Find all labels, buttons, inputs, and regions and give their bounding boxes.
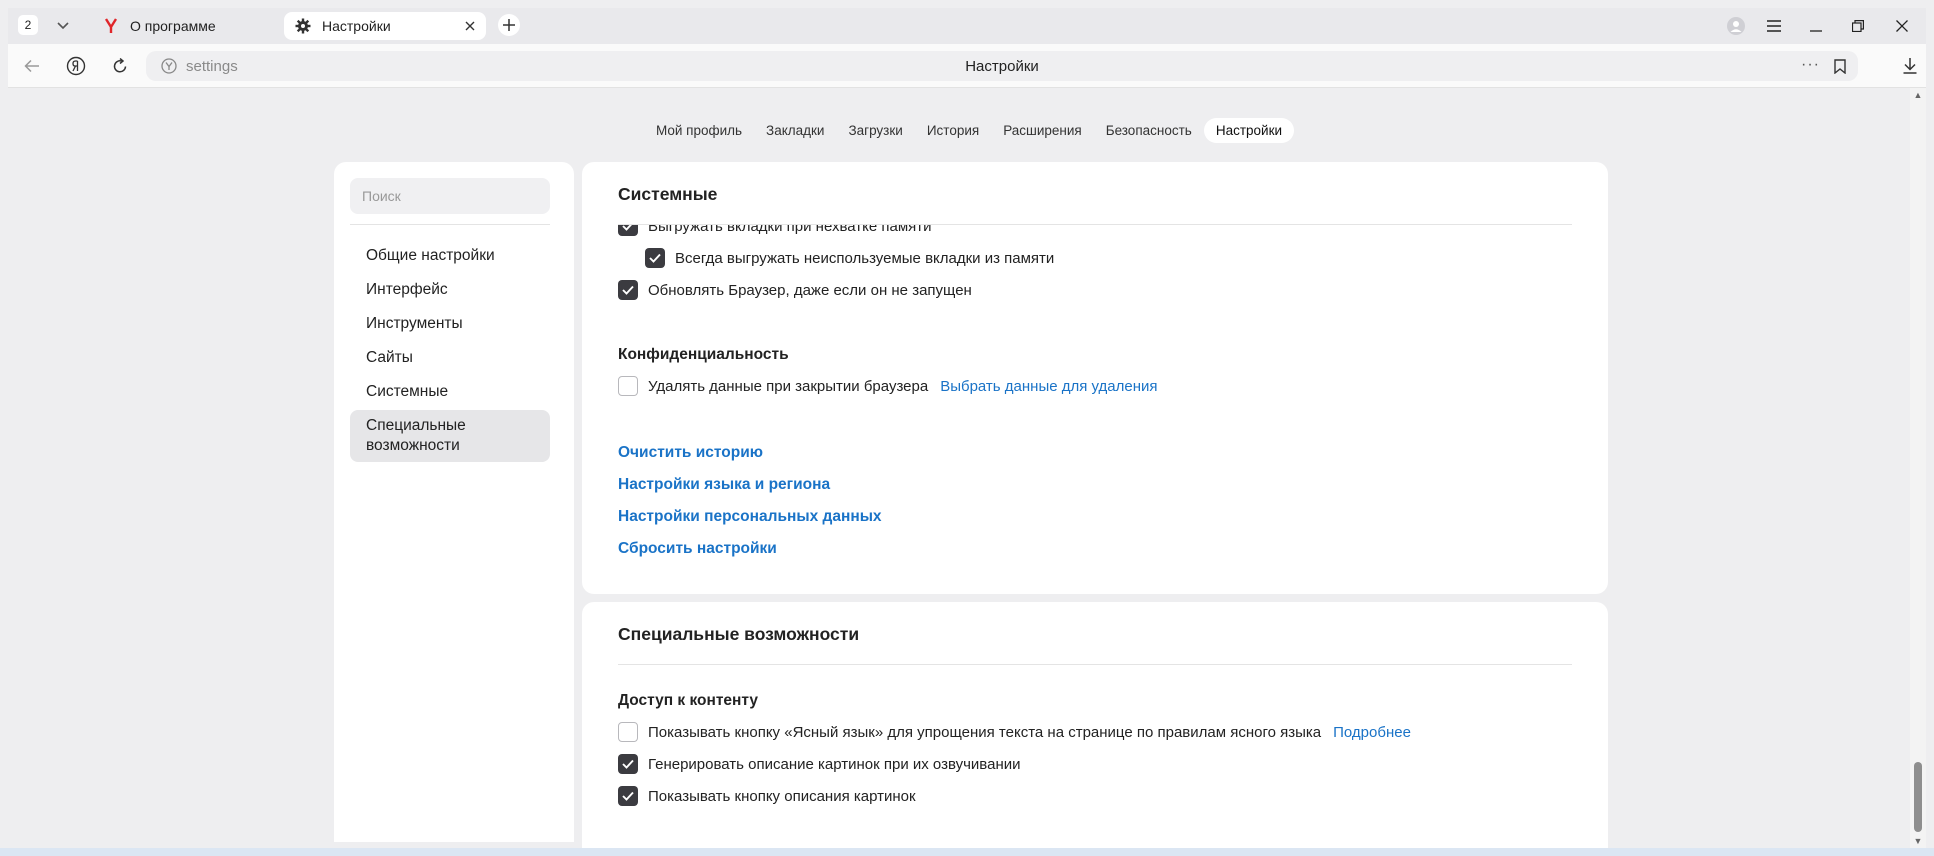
system-settings-card: Системные Выгружать вкладки при нехватке… xyxy=(582,162,1608,594)
sidebar-item-interface[interactable]: Интерфейс xyxy=(350,274,550,306)
page-scrollbar[interactable]: ▲ ▼ xyxy=(1910,88,1926,848)
checkbox-checked[interactable] xyxy=(618,786,638,806)
option-label: Выгружать вкладки при нехватке памяти xyxy=(648,224,932,235)
unload-tabs-option[interactable]: Выгружать вкладки при нехватке памяти xyxy=(618,224,932,236)
tab-nav-item[interactable]: Мой профиль xyxy=(644,118,754,143)
option-label: Показывать кнопку «Ясный язык» для упрощ… xyxy=(648,723,1322,741)
close-window-icon[interactable] xyxy=(1890,14,1914,38)
back-arrow-icon[interactable] xyxy=(20,54,44,78)
more-icon[interactable]: ··· xyxy=(1801,56,1820,74)
section-title: Системные xyxy=(618,184,718,204)
taskbar-edge xyxy=(0,848,1934,856)
scrollbar-thumb[interactable] xyxy=(1914,762,1922,832)
settings-top-nav: Мой профиль Закладки Загрузки История Расшир… xyxy=(8,118,1910,143)
reset-settings-link[interactable]: Сбросить настройки xyxy=(618,540,777,558)
clear-language-option[interactable]: Показывать кнопку «Ясный язык» для упрощ… xyxy=(618,722,1411,742)
reload-icon[interactable] xyxy=(108,54,132,78)
tab-nav-item[interactable]: Закладки xyxy=(754,118,836,143)
option-label: Удалять данные при закрытии браузера xyxy=(648,377,929,395)
option-label: Генерировать описание картинок при их оз… xyxy=(648,755,1021,773)
sidebar-item-sites[interactable]: Сайты xyxy=(350,342,550,374)
checkbox-checked[interactable] xyxy=(618,754,638,774)
section-title: Специальные возможности xyxy=(618,624,860,644)
profile-avatar-icon[interactable] xyxy=(1724,14,1748,38)
yandex-logo-icon xyxy=(102,17,120,35)
chevron-down-icon[interactable] xyxy=(50,14,76,38)
checkbox-unchecked[interactable] xyxy=(618,376,638,396)
tab-nav-item[interactable]: Расширения xyxy=(991,118,1094,143)
settings-page: Мой профиль Закладки Загрузки История Расшир… xyxy=(8,88,1910,848)
clear-history-link[interactable]: Очистить историю xyxy=(618,444,763,462)
url-text: settings xyxy=(186,57,238,75)
tab-title: О программе xyxy=(130,18,216,34)
option-label: Обновлять Браузер, даже если он не запущ… xyxy=(648,281,972,299)
checkbox-unchecked[interactable] xyxy=(618,722,638,742)
address-bar[interactable]: settings Настройки ··· xyxy=(146,51,1858,81)
minimize-icon[interactable] xyxy=(1804,14,1828,38)
checkbox-checked[interactable] xyxy=(618,280,638,300)
choose-data-link[interactable]: Выбрать данные для удаления xyxy=(940,378,1157,395)
sidebar-item-general[interactable]: Общие настройки xyxy=(350,240,550,272)
browser-logo-icon xyxy=(160,57,178,75)
always-unload-tabs-option[interactable]: Всегда выгружать неиспользуемые вкладки … xyxy=(645,248,1054,268)
menu-icon[interactable] xyxy=(1762,14,1786,38)
bookmark-icon[interactable] xyxy=(1830,56,1850,76)
tab-nav-item[interactable]: Настройки xyxy=(1203,118,1295,143)
more-info-link[interactable]: Подробнее xyxy=(1333,724,1411,741)
tab-bar: 2 О программе Настройки xyxy=(8,8,1926,44)
tab-about[interactable]: О программе xyxy=(92,12,288,40)
tab-count-badge[interactable]: 2 xyxy=(18,15,38,35)
restore-icon[interactable] xyxy=(1846,14,1870,38)
image-description-button-option[interactable]: Показывать кнопку описания картинок xyxy=(618,786,916,806)
checkbox-checked[interactable] xyxy=(618,224,638,236)
download-icon[interactable] xyxy=(1898,54,1922,78)
update-browser-option[interactable]: Обновлять Браузер, даже если он не запущ… xyxy=(618,280,972,300)
search-input[interactable] xyxy=(350,178,550,214)
tab-title: Настройки xyxy=(322,18,391,34)
checkbox-checked[interactable] xyxy=(645,248,665,268)
accessibility-settings-card: Специальные возможности Доступ к контент… xyxy=(582,602,1608,848)
new-tab-button[interactable] xyxy=(498,14,520,36)
sidebar-item-tools[interactable]: Инструменты xyxy=(350,308,550,340)
tab-nav-item[interactable]: История xyxy=(915,118,991,143)
divider xyxy=(350,224,550,225)
personal-data-link[interactable]: Настройки персональных данных xyxy=(618,508,882,526)
divider xyxy=(618,664,1572,665)
clear-on-close-option[interactable]: Удалять данные при закрытии браузера Выб… xyxy=(618,376,1158,396)
option-label: Показывать кнопку описания картинок xyxy=(648,787,916,805)
settings-sidebar: Общие настройки Интерфейс Инструменты Са… xyxy=(334,162,574,842)
divider xyxy=(618,224,1572,225)
language-region-link[interactable]: Настройки языка и региона xyxy=(618,476,830,494)
option-label: Всегда выгружать неиспользуемые вкладки … xyxy=(675,249,1055,267)
clipped-row-container: Выгружать вкладки при нехватке памяти xyxy=(582,224,1608,244)
gear-icon xyxy=(294,17,312,35)
content-access-heading: Доступ к контенту xyxy=(618,692,758,709)
address-bar-row: settings Настройки ··· xyxy=(8,44,1926,88)
privacy-heading: Конфиденциальность xyxy=(618,346,789,363)
scroll-up-arrow-icon[interactable]: ▲ xyxy=(1913,90,1923,100)
scroll-down-arrow-icon[interactable]: ▼ xyxy=(1913,836,1923,846)
tab-nav-item[interactable]: Загрузки xyxy=(836,118,914,143)
sidebar-item-system[interactable]: Системные xyxy=(350,376,550,408)
tab-settings[interactable]: Настройки xyxy=(284,12,486,40)
image-description-option[interactable]: Генерировать описание картинок при их оз… xyxy=(618,754,1021,774)
sidebar-item-accessibility[interactable]: Специальные возможности xyxy=(350,410,550,462)
yandex-home-icon[interactable] xyxy=(64,54,88,78)
page-title: Настройки xyxy=(965,57,1039,75)
tab-nav-item[interactable]: Безопасность xyxy=(1094,118,1204,143)
close-icon[interactable] xyxy=(460,16,480,36)
